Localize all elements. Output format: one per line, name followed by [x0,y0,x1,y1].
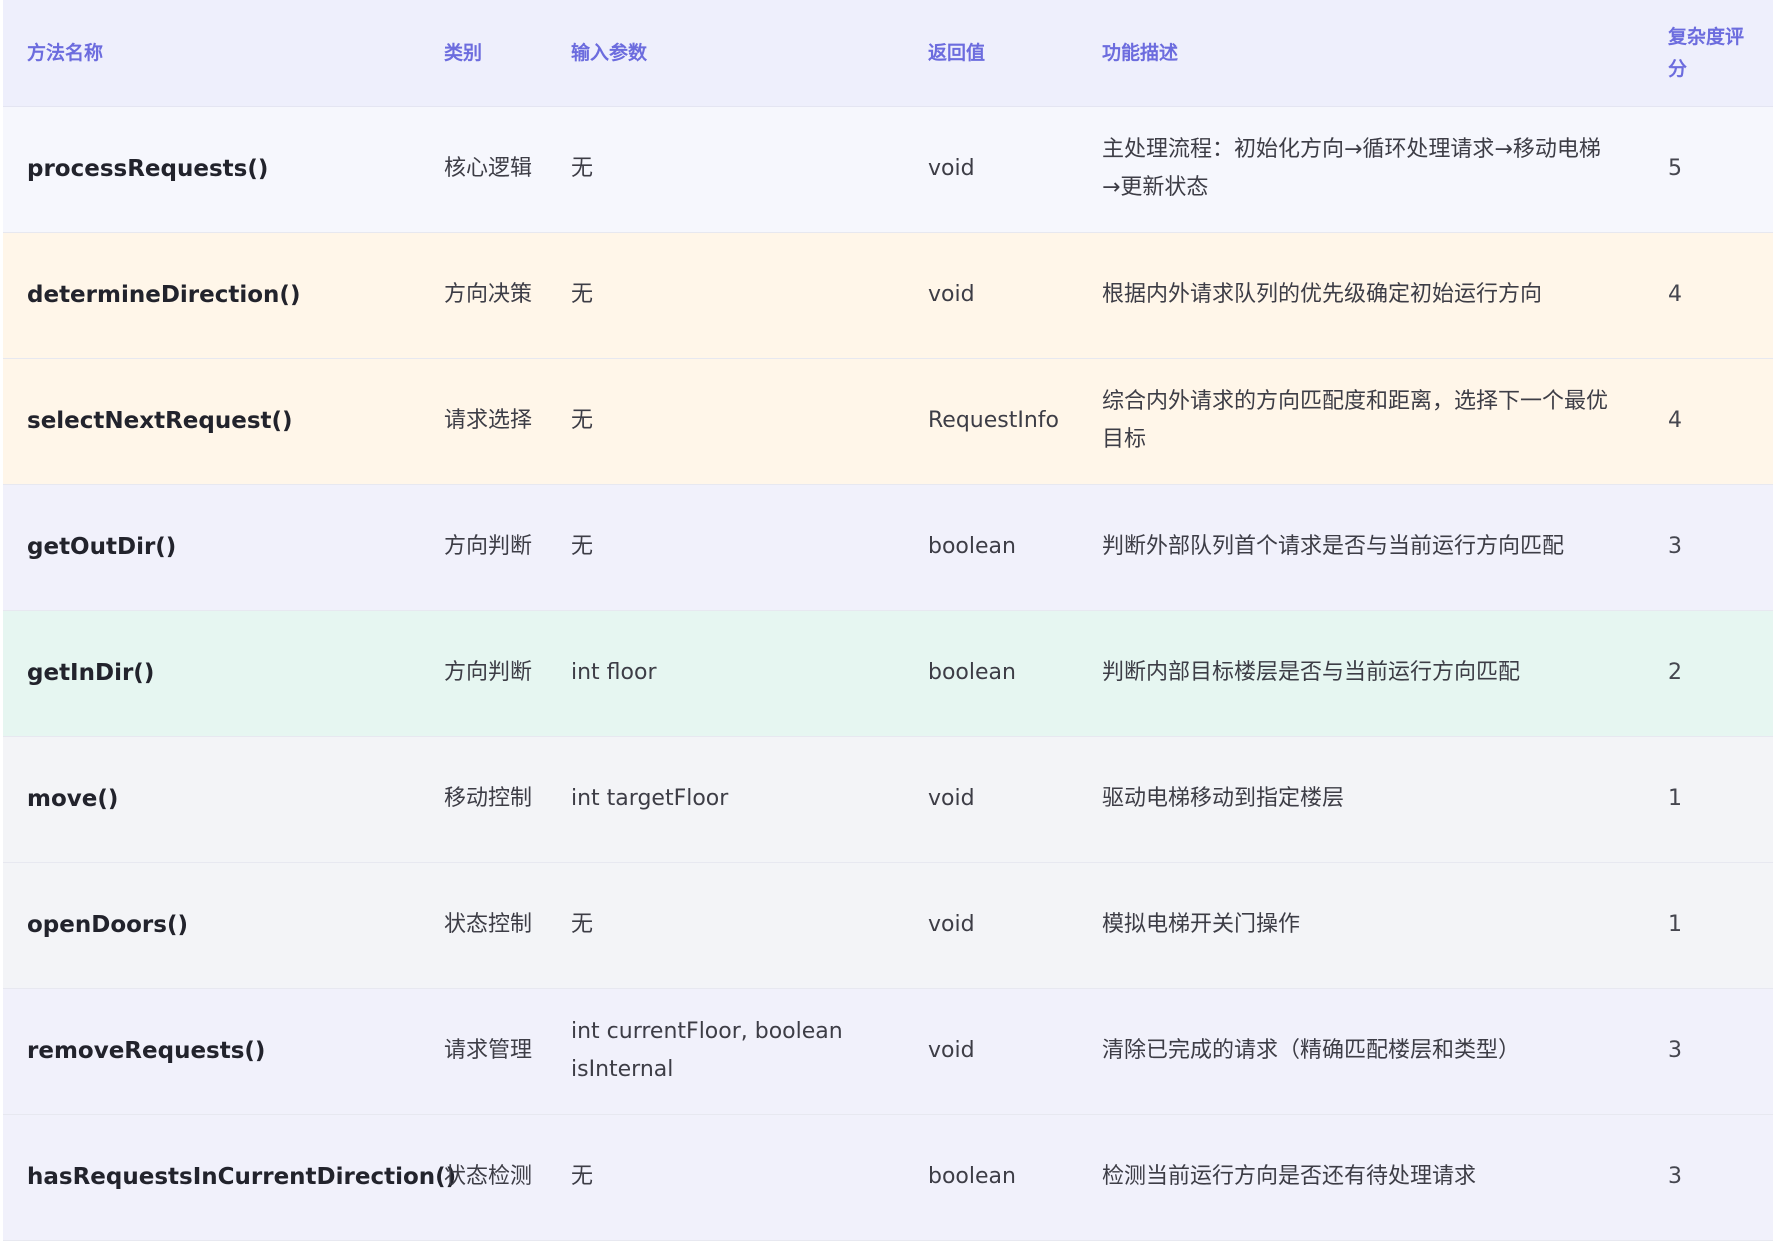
complexity-score-cell: 4 [1652,232,1773,359]
table-row[interactable]: getOutDir() 方向判断无 boolean 判断外部队列首个请求是否与当前运行… [3,484,1773,611]
category-cell: 状态检测 [428,1114,555,1241]
complexity-score-cell: 1 [1652,862,1773,989]
table-body: processRequests() 核心逻辑无 void 主处理流程：初始化方向→循环… [3,106,1773,1241]
table-header-row: 方法名称 类别 输入参数 返回值 功能描述 复杂度评分 [3,0,1773,107]
method-name-cell: move() [3,736,428,863]
header-input-params[interactable]: 输入参数 [555,0,912,107]
input-params-cell: int targetFloor [555,736,912,863]
input-params-cell: int floor [555,610,912,737]
category-cell: 方向判断 [428,610,555,737]
table-row[interactable]: getInDir() 方向判断 int floor boolean 判断内部目标楼层是否… [3,610,1773,737]
input-params-cell: 无 [555,1114,912,1241]
input-params-cell: int currentFloor, boolean isInternal [555,988,912,1115]
method-name-cell: determineDirection() [3,232,428,359]
table-row[interactable]: hasRequestsInCurrentDirection() 状态检测无 bool… [3,1114,1773,1241]
header-complexity-score[interactable]: 复杂度评分 [1652,0,1773,107]
description-cell: 根据内外请求队列的优先级确定初始运行方向 [1086,232,1652,359]
table-row[interactable]: openDoors() 状态控制无 void 模拟电梯开关门操作 1 [3,862,1773,989]
input-params-cell: 无 [555,484,912,611]
header-method-name[interactable]: 方法名称 [3,0,428,107]
category-cell: 方向决策 [428,232,555,359]
description-cell: 模拟电梯开关门操作 [1086,862,1652,989]
complexity-score-cell: 5 [1652,106,1773,233]
header-category[interactable]: 类别 [428,0,555,107]
description-cell: 判断外部队列首个请求是否与当前运行方向匹配 [1086,484,1652,611]
table-row[interactable]: move() 移动控制 int targetFloor void 驱动电梯移动到指定楼层… [3,736,1773,863]
method-name-cell: processRequests() [3,106,428,233]
table-row[interactable]: removeRequests() 请求管理 int currentFloor, bo… [3,988,1773,1115]
method-name-cell: getOutDir() [3,484,428,611]
return-value-cell: void [912,862,1086,989]
table-row[interactable]: selectNextRequest() 请求选择无 RequestInfo 综合内外请… [3,358,1773,485]
methods-table: 方法名称 类别 输入参数 返回值 功能描述 复杂度评分 processReque… [3,0,1773,1241]
complexity-score-cell: 3 [1652,484,1773,611]
table-row[interactable]: processRequests() 核心逻辑无 void 主处理流程：初始化方向→循环… [3,106,1773,233]
category-cell: 核心逻辑 [428,106,555,233]
complexity-score-cell: 1 [1652,736,1773,863]
header-description[interactable]: 功能描述 [1086,0,1652,107]
complexity-score-cell: 3 [1652,1114,1773,1241]
return-value-cell: void [912,988,1086,1115]
complexity-score-cell: 2 [1652,610,1773,737]
return-value-cell: RequestInfo [912,358,1086,485]
category-cell: 移动控制 [428,736,555,863]
input-params-cell: 无 [555,862,912,989]
complexity-score-cell: 3 [1652,988,1773,1115]
method-name-cell: getInDir() [3,610,428,737]
description-cell: 检测当前运行方向是否还有待处理请求 [1086,1114,1652,1241]
input-params-cell: 无 [555,106,912,233]
method-name-cell: selectNextRequest() [3,358,428,485]
return-value-cell: void [912,736,1086,863]
description-cell: 主处理流程：初始化方向→循环处理请求→移动电梯→更新状态 [1086,106,1652,233]
category-cell: 请求管理 [428,988,555,1115]
category-cell: 状态控制 [428,862,555,989]
method-name-cell: hasRequestsInCurrentDirection() [3,1114,456,1241]
return-value-cell: boolean [912,1114,1086,1241]
category-cell: 请求选择 [428,358,555,485]
method-name-cell: removeRequests() [3,988,428,1115]
description-cell: 判断内部目标楼层是否与当前运行方向匹配 [1086,610,1652,737]
input-params-cell: 无 [555,232,912,359]
return-value-cell: void [912,106,1086,233]
category-cell: 方向判断 [428,484,555,611]
return-value-cell: boolean [912,610,1086,737]
return-value-cell: void [912,232,1086,359]
header-return-value[interactable]: 返回值 [912,0,1086,107]
table-row[interactable]: determineDirection() 方向决策无 void 根据内外请求队列的优先… [3,232,1773,359]
return-value-cell: boolean [912,484,1086,611]
input-params-cell: 无 [555,358,912,485]
complexity-score-cell: 4 [1652,358,1773,485]
method-name-cell: openDoors() [3,862,428,989]
description-cell: 清除已完成的请求（精确匹配楼层和类型） [1086,988,1652,1115]
description-cell: 驱动电梯移动到指定楼层 [1086,736,1652,863]
description-cell: 综合内外请求的方向匹配度和距离，选择下一个最优目标 [1086,358,1652,485]
